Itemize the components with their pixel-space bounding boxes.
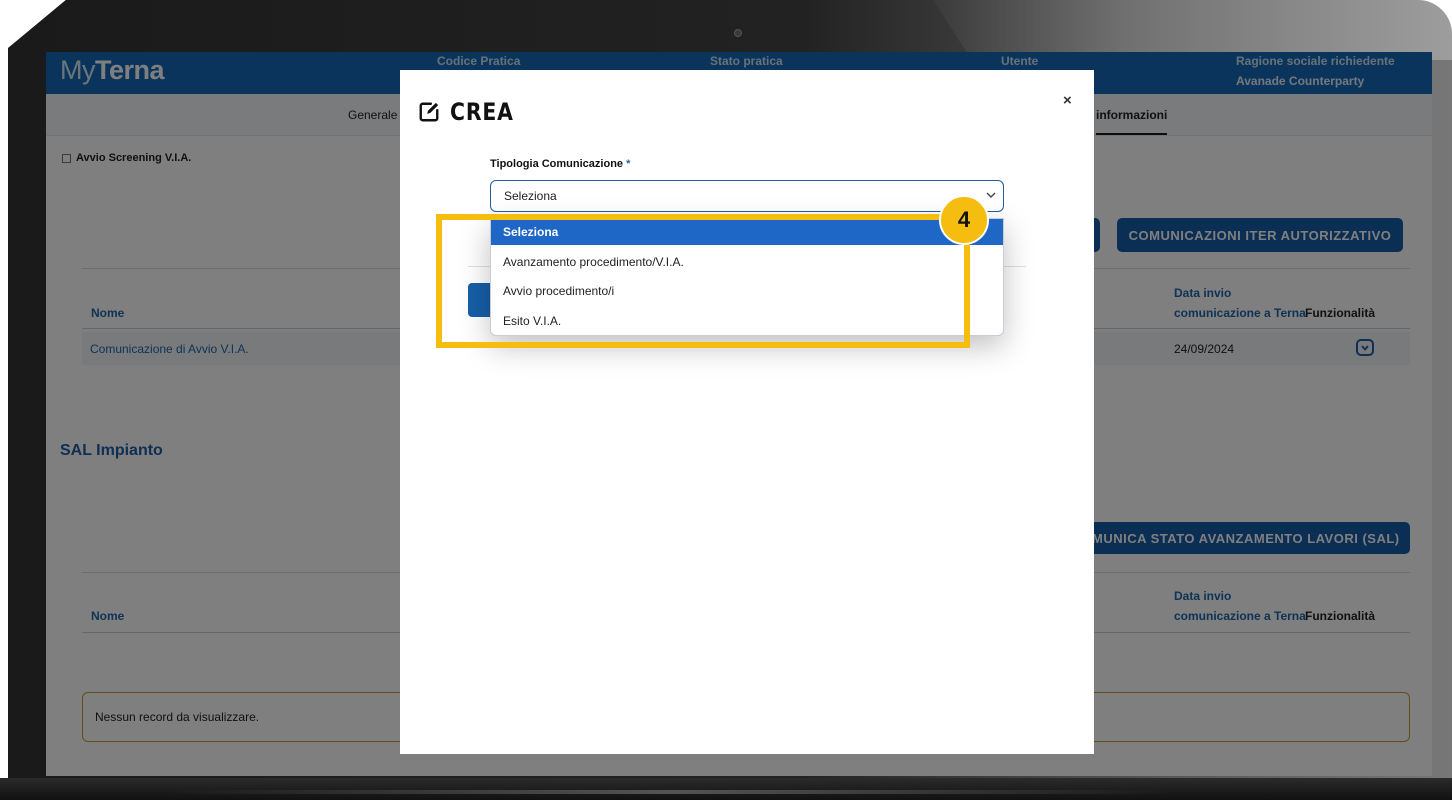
modal-title: CREA: [450, 98, 514, 126]
tipologia-label: Tipologia Comunicazione *: [490, 158, 630, 170]
edit-icon: [419, 102, 439, 122]
step-highlight-frame: [436, 214, 970, 348]
required-mark: *: [626, 158, 631, 170]
hinge-reflection: [170, 790, 1170, 794]
screen: MyTerna Codice Pratica Stato pratica Ute…: [46, 52, 1432, 776]
close-icon[interactable]: ×: [1063, 92, 1072, 109]
modal-header: CREA: [418, 98, 525, 126]
webcam: [734, 29, 742, 37]
tipologia-label-text: Tipologia Comunicazione: [490, 158, 624, 170]
tipologia-select[interactable]: Seleziona: [490, 180, 1004, 212]
laptop-hinge: [0, 778, 1452, 800]
bezel-reflection: [933, 0, 1452, 60]
crea-modal: CREA × Tipologia Comunicazione * Selezio…: [400, 70, 1094, 754]
select-value: Seleziona: [504, 189, 557, 203]
step-number-badge: 4: [939, 195, 989, 245]
chevron-down-icon: [986, 192, 996, 198]
